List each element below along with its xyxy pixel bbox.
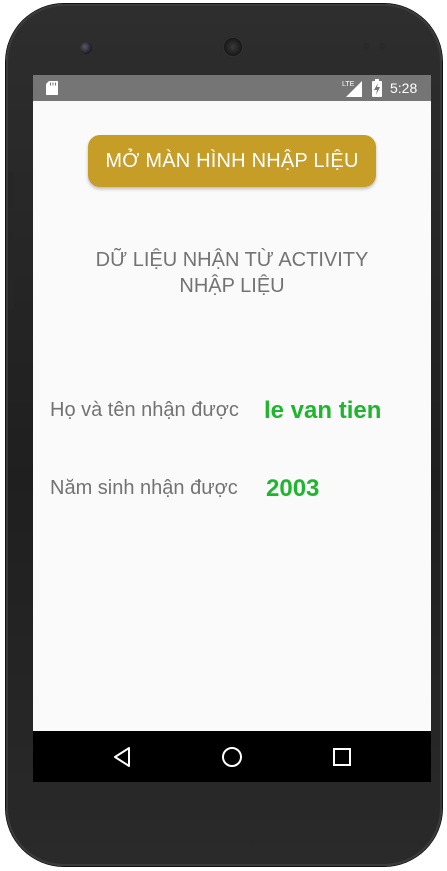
open-input-screen-button[interactable]: MỞ MÀN HÌNH NHẬP LIỆU xyxy=(88,135,376,187)
section-title-line2: NHẬP LIỆU xyxy=(179,275,285,297)
battery-icon xyxy=(372,79,382,97)
light-sensor xyxy=(379,43,386,50)
phone-frame: LTE 5:28 MỞ MÀN HÌNH NHẬP LIỆU DỮ LIỆU N… xyxy=(6,4,442,866)
lte-label: LTE xyxy=(342,81,355,88)
year-label: Năm sinh nhận được xyxy=(50,477,238,499)
front-camera xyxy=(80,42,92,54)
proximity-sensor xyxy=(363,43,370,50)
status-time: 5:28 xyxy=(390,80,418,96)
year-value: 2003 xyxy=(266,475,320,502)
section-title-line1: DỮ LIỆU NHẬN TỪ ACTIVITY xyxy=(95,249,369,271)
signal-icon: LTE xyxy=(342,81,362,97)
back-icon[interactable] xyxy=(108,743,136,771)
earpiece-speaker xyxy=(222,36,244,58)
volume-button xyxy=(8,172,14,208)
power-button xyxy=(8,232,14,310)
name-value: le van tien xyxy=(264,397,382,424)
app-content: MỞ MÀN HÌNH NHẬP LIỆU DỮ LIỆU NHẬN TỪ AC… xyxy=(33,101,431,731)
status-bar: LTE 5:28 xyxy=(33,75,431,101)
screen: LTE 5:28 MỞ MÀN HÌNH NHẬP LIỆU DỮ LIỆU N… xyxy=(33,75,431,782)
section-title: DỮ LIỆU NHẬN TỪ ACTIVITY NHẬP LIỆU xyxy=(73,247,391,299)
name-label: Họ và tên nhận được xyxy=(50,399,239,421)
navigation-bar xyxy=(33,731,431,782)
recents-icon[interactable] xyxy=(328,743,356,771)
sd-card-icon xyxy=(46,81,58,95)
home-icon[interactable] xyxy=(218,743,246,771)
